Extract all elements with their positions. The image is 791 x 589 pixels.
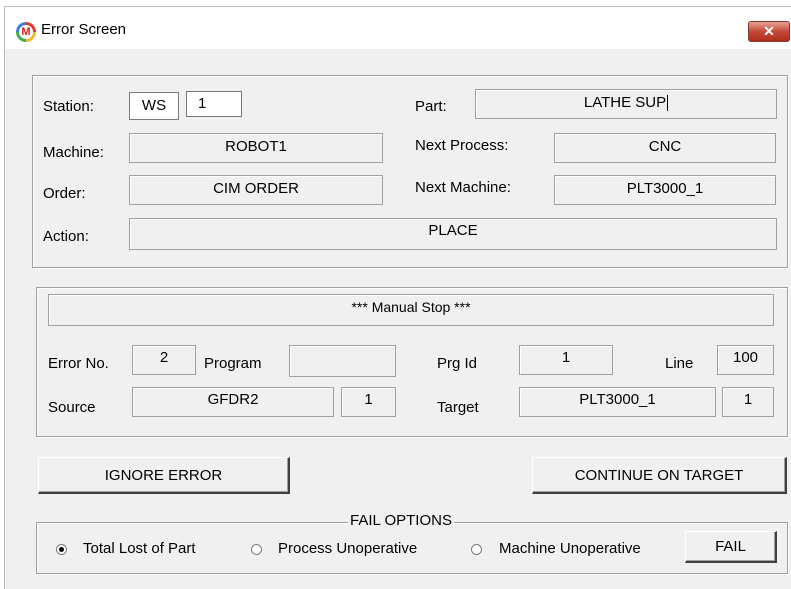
station-prefix-field[interactable]: WS: [129, 92, 179, 120]
next-machine-field[interactable]: PLT3000_1: [554, 175, 776, 205]
program-label: Program: [204, 355, 262, 372]
next-machine-label: Next Machine:: [415, 179, 511, 196]
source-number-field: 1: [341, 387, 396, 417]
part-field[interactable]: LATHE SUP: [475, 89, 777, 119]
target-number-field: 1: [722, 387, 774, 417]
close-button[interactable]: ✕: [748, 21, 790, 42]
part-label: Part:: [415, 98, 447, 115]
line-label: Line: [665, 355, 694, 372]
action-label: Action:: [43, 228, 89, 245]
prg-id-label: Prg Id: [437, 355, 478, 372]
option-machine-unoperative-radio[interactable]: [471, 544, 482, 555]
station-number-field[interactable]: 1: [186, 91, 242, 117]
source-field: GFDR2: [132, 387, 334, 417]
source-label: Source: [48, 399, 96, 416]
continue-on-target-button[interactable]: CONTINUE ON TARGET: [532, 457, 787, 494]
order-label: Order:: [43, 185, 86, 202]
option-total-lost-radio[interactable]: [56, 544, 67, 555]
option-machine-unoperative-label[interactable]: Machine Unoperative: [499, 540, 641, 557]
window-title: Error Screen: [41, 21, 127, 38]
error-message-field: *** Manual Stop ***: [48, 294, 774, 326]
option-total-lost-label[interactable]: Total Lost of Part: [83, 540, 196, 557]
fail-button[interactable]: FAIL: [685, 531, 777, 563]
next-process-field[interactable]: CNC: [554, 133, 776, 163]
prg-id-field: 1: [519, 345, 613, 375]
error-no-label: Error No.: [48, 355, 109, 372]
target-label: Target: [437, 399, 479, 416]
machine-field[interactable]: ROBOT1: [129, 133, 383, 163]
action-field[interactable]: PLACE: [129, 218, 777, 250]
option-process-unoperative-label[interactable]: Process Unoperative: [278, 540, 417, 557]
error-screen-window: M Error Screen ✕ Station: WS 1 Part: LAT…: [4, 6, 791, 589]
order-field[interactable]: CIM ORDER: [129, 175, 383, 205]
option-process-unoperative-radio[interactable]: [251, 544, 262, 555]
target-field: PLT3000_1: [519, 387, 716, 417]
station-label: Station:: [43, 98, 94, 115]
error-no-field: 2: [132, 345, 196, 375]
app-logo-icon: M: [16, 22, 36, 42]
program-field: [289, 345, 396, 377]
ignore-error-button[interactable]: IGNORE ERROR: [38, 457, 290, 494]
part-value: LATHE SUP: [583, 94, 667, 111]
line-field: 100: [717, 345, 774, 375]
text-cursor: [667, 95, 669, 112]
next-process-label: Next Process:: [415, 137, 509, 154]
fail-options-title: FAIL OPTIONS: [348, 512, 454, 529]
machine-label: Machine:: [43, 144, 104, 161]
title-bar: M Error Screen ✕: [5, 7, 791, 49]
